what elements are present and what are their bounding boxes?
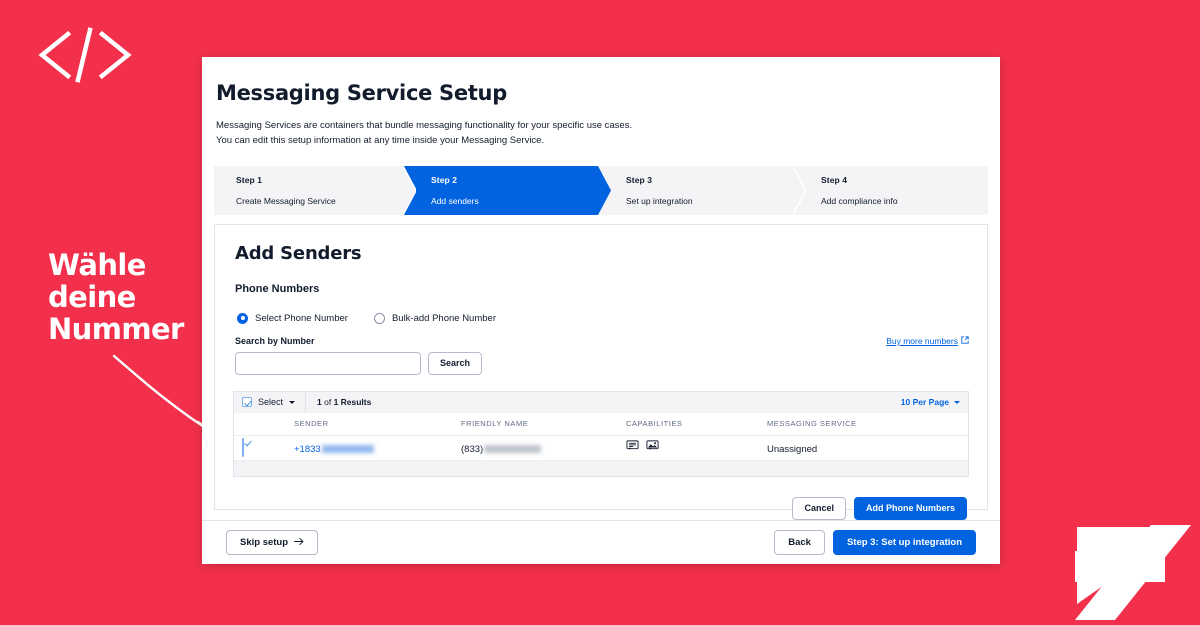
stepper-step-3-label: Set up integration [626, 195, 693, 206]
select-all-label: Select [258, 397, 284, 408]
table-empty-filler [234, 460, 968, 476]
redacted-sender-mask [321, 445, 374, 454]
mms-icon [646, 439, 659, 457]
wizard-footer: Skip setup Back Step 3: Set up integrati… [202, 520, 1000, 564]
section-title-phone-numbers: Phone Numbers [235, 282, 320, 295]
row-checkbox-cell [242, 437, 294, 457]
search-row: Search [235, 351, 969, 375]
stepper-chevron-icon [403, 165, 416, 215]
per-page-label: 10 Per Page [900, 397, 949, 408]
stepper-chevron-icon [598, 165, 611, 215]
cell-sender[interactable]: +1833 [294, 439, 461, 457]
cell-friendly-name-text: (833) [461, 443, 542, 455]
cell-sender-value: +1833 [294, 443, 321, 455]
cell-capabilities [626, 439, 767, 457]
radio-select-phone-number[interactable]: Select Phone Number [237, 312, 348, 324]
window-body: Messaging Service Setup Messaging Servic… [202, 57, 1000, 520]
stepper-chevron-icon [793, 165, 806, 215]
stepper-step-1-number: Step 1 [236, 174, 263, 185]
column-header-friendly-name: FRIENDLY NAME [461, 419, 529, 429]
stepper-step-4-label: Add compliance info [821, 195, 898, 206]
panel-actions: Cancel Add Phone Numbers [233, 496, 969, 520]
setup-stepper: Step 1 Create Messaging Service Step 2 A… [214, 165, 988, 215]
radio-select-phone-number-label: Select Phone Number [255, 312, 348, 324]
buy-more-numbers-label: Buy more numbers [886, 335, 958, 346]
radio-unchecked-icon[interactable] [373, 312, 385, 324]
table-row[interactable]: +1833 (833) Unassigned [234, 436, 968, 461]
panel-title: Add Senders [235, 242, 362, 264]
add-senders-panel: Add Senders Phone Numbers Select Phone N… [214, 223, 988, 520]
sender-type-radio-group: Select Phone Number Bulk-add Phone Numbe… [237, 312, 969, 324]
page-description-line-1: Messaging Services are containers that b… [216, 120, 633, 131]
next-step-button[interactable]: Step 3: Set up integration [832, 530, 976, 555]
stepper-step-3[interactable]: Step 3 Set up integration [598, 165, 806, 215]
stepper-step-4-number: Step 4 [821, 174, 848, 185]
search-by-number-label: Search by Number [235, 335, 315, 346]
search-button[interactable]: Search [428, 351, 483, 375]
radio-checked-icon[interactable] [237, 312, 248, 324]
radio-bulk-add-phone-number-label: Bulk-add Phone Number [391, 312, 496, 324]
stepper-step-4[interactable]: Step 4 Add compliance info [793, 165, 988, 215]
stepper-step-2[interactable]: Step 2 Add senders [403, 165, 611, 215]
sms-icon [626, 439, 639, 457]
redacted-friendly-name-mask [484, 445, 542, 454]
page-description-line-2: You can edit this setup information at a… [216, 135, 545, 147]
column-header-messaging-service: MESSAGING SERVICE [767, 419, 857, 429]
cell-friendly-name: (833) [461, 439, 626, 457]
capability-icons [626, 439, 767, 457]
external-link-icon [961, 336, 969, 346]
table-toolbar: Select 1 of 1 Results 10 Per Page [233, 390, 969, 414]
code-brackets-icon [28, 24, 138, 86]
results-count-total: 1 Results [333, 397, 372, 408]
page-description: Messaging Services are containers that b… [216, 118, 988, 149]
select-all-checkbox[interactable] [242, 397, 252, 408]
stepper-step-1-label: Create Messaging Service [236, 195, 336, 206]
results-count: 1 of 1 Results [306, 397, 371, 407]
column-header-capabilities: CAPABILITIES [626, 419, 683, 429]
table-header-row: SENDER FRIENDLY NAME CAPABILITIES MESSAG… [234, 413, 968, 436]
buy-more-numbers-link[interactable]: Buy more numbers [886, 336, 969, 346]
chevron-down-icon [289, 400, 296, 404]
cell-messaging-service-value: Unassigned [767, 443, 818, 455]
cell-messaging-service: Unassigned [767, 439, 960, 457]
cell-friendly-name-value: (833) [461, 443, 484, 455]
select-all-dropdown[interactable]: Select [242, 391, 307, 414]
results-table: Select 1 of 1 Results 10 Per Page SENDER [233, 390, 969, 477]
table-body: SENDER FRIENDLY NAME CAPABILITIES MESSAG… [233, 412, 969, 477]
footer-right-actions: Back Step 3: Set up integration [774, 530, 976, 555]
setup-window: Messaging Service Setup Messaging Servic… [202, 57, 1000, 564]
skip-setup-label: Skip setup [240, 537, 289, 548]
stepper-step-2-number: Step 2 [431, 174, 458, 185]
column-header-sender: SENDER [294, 419, 329, 429]
stepper-step-3-number: Step 3 [626, 174, 653, 185]
results-count-middle: of [321, 397, 334, 408]
back-button[interactable]: Back [774, 530, 825, 555]
search-by-number-block: Search by Number Search Buy more numbers [235, 336, 969, 375]
annotation-callout: Wähle deine Nummer [48, 248, 228, 443]
row-checkbox[interactable] [242, 437, 244, 457]
chevron-down-icon [954, 400, 960, 404]
add-phone-numbers-button[interactable]: Add Phone Numbers [853, 496, 967, 520]
stepper-step-2-label: Add senders [431, 195, 479, 206]
per-page-dropdown[interactable]: 10 Per Page [901, 397, 960, 407]
stepper-step-1[interactable]: Step 1 Create Messaging Service [214, 165, 416, 215]
skip-setup-button[interactable]: Skip setup [226, 530, 319, 555]
radio-bulk-add-phone-number[interactable]: Bulk-add Phone Number [373, 312, 496, 324]
annotation-text: Wähle deine Nummer [48, 248, 184, 346]
cancel-button[interactable]: Cancel [792, 496, 846, 520]
twilio-arrow-mark-icon [1055, 525, 1200, 620]
cell-sender-link[interactable]: +1833 [294, 444, 374, 455]
page-title: Messaging Service Setup [216, 81, 507, 105]
arrow-right-icon [294, 537, 304, 549]
search-input[interactable] [235, 351, 421, 375]
